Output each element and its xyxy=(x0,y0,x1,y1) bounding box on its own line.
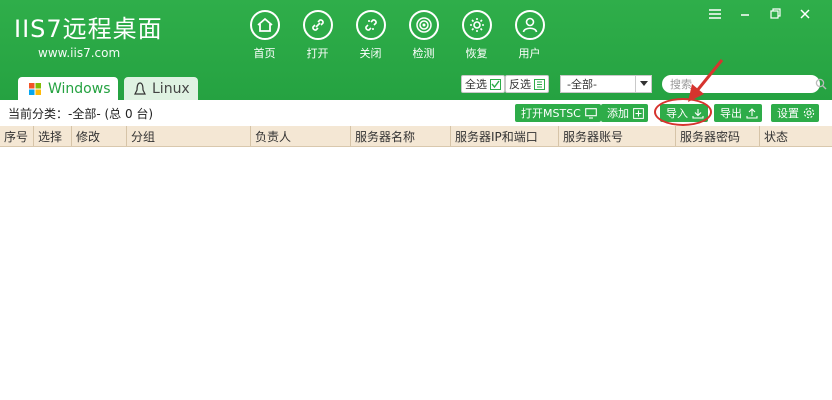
nav-restore[interactable]: 恢复 xyxy=(450,10,503,61)
nav-detect[interactable]: 检测 xyxy=(397,10,450,61)
search-input[interactable] xyxy=(662,76,815,92)
open-mstsc-label: 打开MSTSC xyxy=(521,107,581,120)
export-button[interactable]: 导出 xyxy=(714,104,762,122)
logo-url: www.iis7.com xyxy=(38,46,121,60)
download-icon xyxy=(692,108,704,119)
user-icon xyxy=(514,10,545,40)
toolbar: 当前分类：-全部- (总 0 台) 打开MSTSC 添加 导入 导出 设置 xyxy=(0,100,832,126)
header-bar: IIS7远程桌面 www.iis7.com 首页 打开 关闭 检测 恢复 用户 … xyxy=(0,0,832,100)
server-table-body xyxy=(0,147,832,400)
select-all-button[interactable]: 全选 xyxy=(461,75,505,93)
upload-icon xyxy=(746,107,758,119)
nav-detect-label: 检测 xyxy=(412,47,435,60)
open-mstsc-button[interactable]: 打开MSTSC xyxy=(515,104,601,122)
column-header-index[interactable]: 序号 xyxy=(0,126,34,146)
linux-icon xyxy=(134,81,146,96)
checkbox-checked-icon xyxy=(490,78,501,90)
nav-home[interactable]: 首页 xyxy=(238,10,291,61)
nav-open-label: 打开 xyxy=(306,47,329,60)
column-header-server-password[interactable]: 服务器密码 xyxy=(676,126,760,146)
import-label: 导入 xyxy=(666,107,688,120)
category-select[interactable]: -全部- xyxy=(560,75,652,93)
table-header: 序号 选择 修改 分组 负责人 服务器名称 服务器IP和端口 服务器账号 服务器… xyxy=(0,126,832,147)
close-icon[interactable] xyxy=(790,6,820,22)
search-box xyxy=(662,75,827,93)
chevron-down-icon xyxy=(635,76,651,92)
select-all-label: 全选 xyxy=(465,78,487,91)
nav-restore-label: 恢复 xyxy=(465,47,488,60)
tab-windows-label: Windows xyxy=(48,80,111,97)
add-button[interactable]: 添加 xyxy=(601,104,648,122)
export-label: 导出 xyxy=(720,107,742,120)
restore-icon[interactable] xyxy=(760,6,790,22)
settings-label: 设置 xyxy=(777,107,799,120)
column-header-server-account[interactable]: 服务器账号 xyxy=(559,126,676,146)
nav-home-label: 首页 xyxy=(253,47,276,60)
restore-gear-icon xyxy=(461,10,492,40)
invert-select-button[interactable]: 反选 xyxy=(505,75,549,93)
nav-user[interactable]: 用户 xyxy=(503,10,556,61)
app-logo: IIS7远程桌面 www.iis7.com xyxy=(14,14,163,60)
plus-box-icon xyxy=(633,107,644,119)
unlink-icon xyxy=(355,10,386,40)
window-controls xyxy=(700,6,820,22)
menu-icon[interactable] xyxy=(700,6,730,22)
main-nav: 首页 打开 关闭 检测 恢复 用户 xyxy=(238,10,556,61)
tab-linux-label: Linux xyxy=(152,80,190,97)
radar-icon xyxy=(408,10,439,40)
column-header-edit[interactable]: 修改 xyxy=(72,126,127,146)
import-button[interactable]: 导入 xyxy=(660,104,708,122)
nav-close[interactable]: 关闭 xyxy=(344,10,397,61)
invert-select-label: 反选 xyxy=(509,78,531,91)
tab-linux[interactable]: Linux xyxy=(124,77,198,100)
column-header-owner[interactable]: 负责人 xyxy=(251,126,351,146)
add-label: 添加 xyxy=(607,107,629,120)
column-header-server-ip-port[interactable]: 服务器IP和端口 xyxy=(451,126,559,146)
minimize-icon[interactable] xyxy=(730,6,760,22)
windows-icon xyxy=(28,82,42,96)
link-icon xyxy=(302,10,333,40)
monitor-icon xyxy=(585,107,597,119)
column-header-select[interactable]: 选择 xyxy=(34,126,72,146)
category-select-value: -全部- xyxy=(567,78,597,91)
home-icon xyxy=(249,10,280,40)
column-header-group[interactable]: 分组 xyxy=(127,126,251,146)
tab-windows[interactable]: Windows xyxy=(18,77,118,100)
logo-title: IIS7远程桌面 xyxy=(14,15,163,43)
settings-button[interactable]: 设置 xyxy=(771,104,819,122)
column-header-server-name[interactable]: 服务器名称 xyxy=(351,126,451,146)
nav-close-label: 关闭 xyxy=(359,47,382,60)
nav-user-label: 用户 xyxy=(518,47,541,60)
column-header-status[interactable]: 状态 xyxy=(760,126,832,146)
search-icon[interactable] xyxy=(815,78,827,90)
app-window: IIS7远程桌面 www.iis7.com 首页 打开 关闭 检测 恢复 用户 … xyxy=(0,0,832,400)
checkbox-invert-icon xyxy=(534,78,545,90)
current-category-text: 当前分类：-全部- (总 0 台) xyxy=(8,107,154,121)
gear-icon xyxy=(803,107,815,119)
nav-open[interactable]: 打开 xyxy=(291,10,344,61)
